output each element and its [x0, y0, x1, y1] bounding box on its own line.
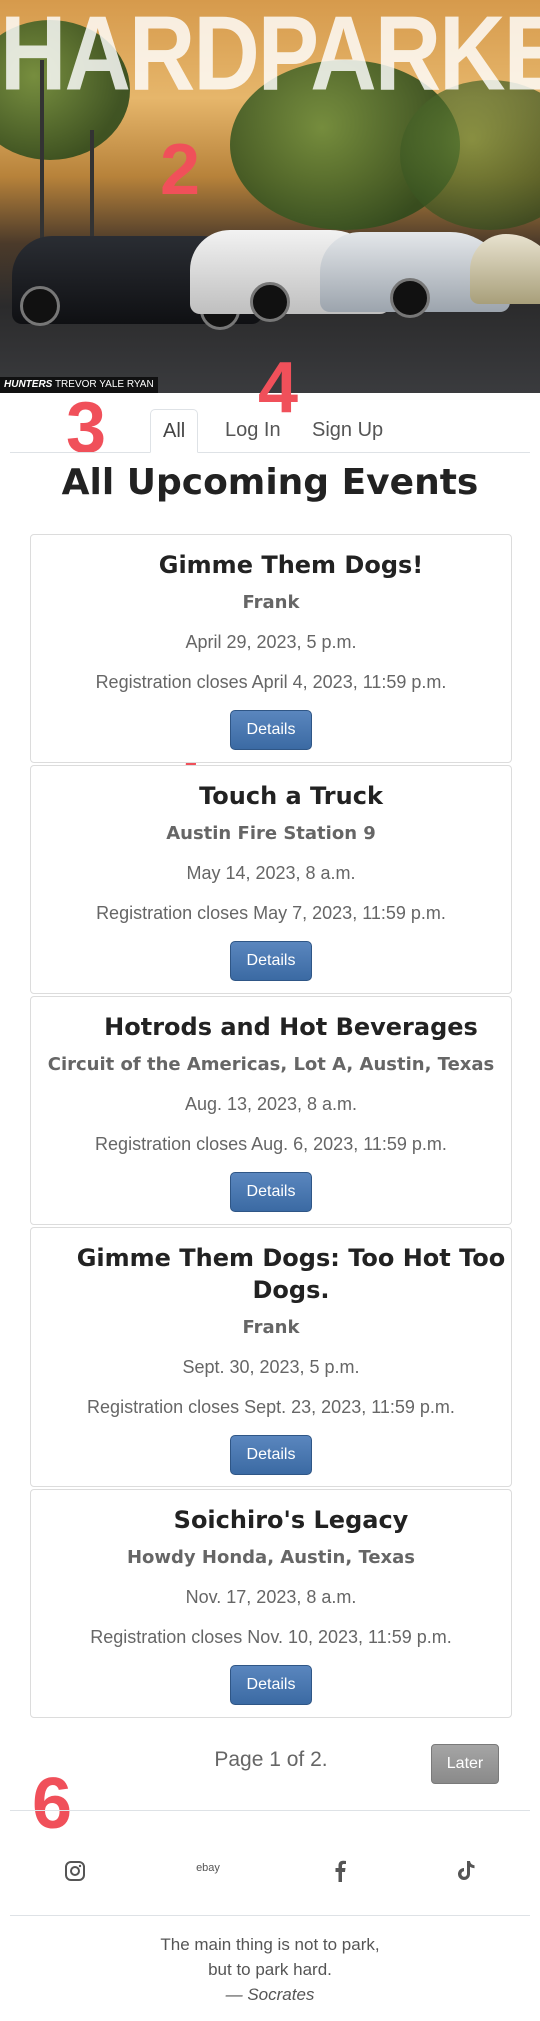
tiktok-icon[interactable]	[446, 1853, 486, 1889]
annotation-2: 2	[160, 130, 201, 210]
event-card: Hotrods and Hot Beverages Circuit of the…	[30, 996, 512, 1225]
details-button[interactable]: Details	[230, 941, 312, 981]
event-registration: Registration closes Nov. 10, 2023, 11:59…	[90, 1627, 452, 1647]
details-button[interactable]: Details	[230, 710, 312, 750]
annotation-6: 6	[32, 1764, 73, 1844]
event-date: Aug. 13, 2023, 8 a.m.	[184, 1094, 358, 1114]
event-location: Austin Fire Station 9	[166, 823, 376, 844]
details-button[interactable]: Details	[230, 1172, 312, 1212]
event-date: May 14, 2023, 8 a.m.	[186, 863, 356, 883]
event-name: Gimme Them Dogs!	[158, 551, 424, 579]
event-registration: Registration closes Aug. 6, 2023, 11:59 …	[95, 1134, 447, 1154]
event-date: April 29, 2023, 5 p.m.	[185, 632, 357, 652]
quote-line-1: The main thing is not to park,	[160, 1935, 380, 1954]
details-button[interactable]: Details	[230, 1665, 312, 1705]
hero-wheel	[390, 278, 430, 318]
later-button[interactable]: Later	[431, 1744, 499, 1784]
page-title: All Upcoming Events	[61, 462, 479, 503]
event-date: Nov. 17, 2023, 8 a.m.	[185, 1587, 357, 1607]
photo-credit-brand: HUNTERS	[4, 379, 53, 390]
tab-log-in[interactable]: Log In	[213, 409, 293, 451]
hero-wheel	[20, 286, 60, 326]
event-card: Touch a Truck Austin Fire Station 9 May …	[30, 765, 512, 994]
event-name: Soichiro's Legacy	[173, 1506, 409, 1534]
event-name: Gimme Them Dogs: Too Hot Too Dogs.	[76, 1244, 506, 1304]
event-location: Frank	[242, 592, 300, 613]
event-registration: Registration closes May 7, 2023, 11:59 p…	[96, 903, 446, 923]
event-location: Frank	[242, 1317, 300, 1338]
facebook-icon[interactable]	[320, 1853, 360, 1889]
footer-divider	[10, 1915, 530, 1916]
event-card: Soichiro's Legacy Howdy Honda, Austin, T…	[30, 1489, 512, 1718]
tab-sign-up[interactable]: Sign Up	[300, 409, 395, 451]
event-name: Touch a Truck	[199, 782, 383, 810]
tab-all[interactable]: All	[150, 409, 199, 453]
event-registration: Registration closes April 4, 2023, 11:59…	[95, 672, 447, 692]
hero-banner: HARDPARKERS HUNTERS TREVOR YALE RYAN	[0, 0, 540, 393]
event-card: Gimme Them Dogs: Too Hot Too Dogs. Frank…	[30, 1227, 512, 1487]
page-indicator: Page 1 of 2.	[214, 1748, 328, 1771]
nav-tabs: All Log In Sign Up	[10, 405, 530, 453]
hero-car-far	[470, 234, 540, 304]
instagram-icon[interactable]	[55, 1853, 95, 1889]
quote-line-2: but to park hard.	[208, 1960, 332, 1979]
event-card: Gimme Them Dogs! Frank April 29, 2023, 5…	[30, 534, 512, 763]
quote-author: — Socrates	[225, 1985, 315, 2004]
event-location: Howdy Honda, Austin, Texas	[126, 1547, 416, 1568]
event-name: Hotrods and Hot Beverages	[104, 1013, 478, 1041]
event-date: Sept. 30, 2023, 5 p.m.	[182, 1357, 360, 1377]
details-button[interactable]: Details	[230, 1435, 312, 1475]
event-location: Circuit of the Americas, Lot A, Austin, …	[47, 1054, 495, 1075]
event-registration: Registration closes Sept. 23, 2023, 11:5…	[87, 1397, 455, 1417]
ebay-icon[interactable]: ebay	[188, 1853, 228, 1889]
hero-title: HARDPARKERS	[0, 0, 540, 113]
hero-pole	[90, 130, 94, 240]
footer-divider	[10, 1810, 530, 1811]
footer-quote: The main thing is not to park, but to pa…	[0, 1932, 540, 2007]
hero-wheel	[250, 282, 290, 322]
